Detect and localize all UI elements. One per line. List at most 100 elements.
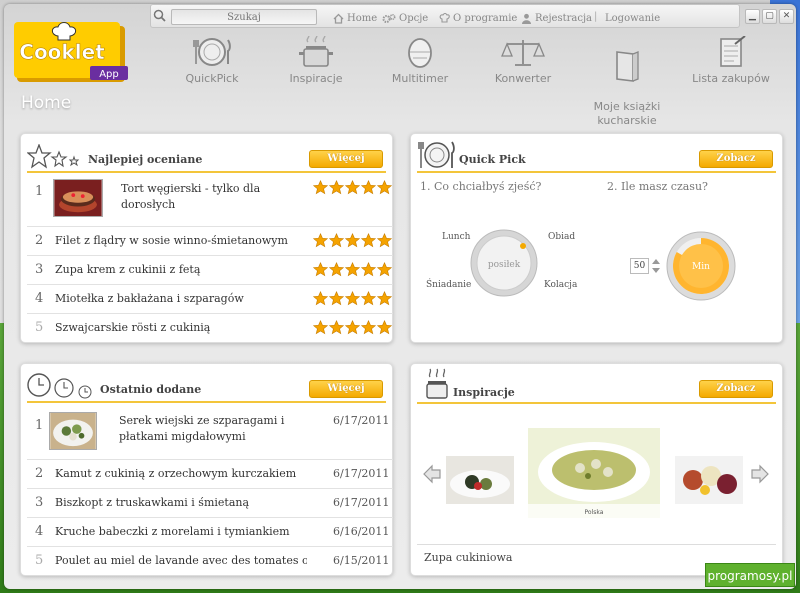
- time-value-input[interactable]: 50: [630, 258, 649, 274]
- scales-icon: [501, 40, 545, 66]
- recent-row-3[interactable]: 3 Biszkopt z truskawkami i śmietaną 6/17…: [27, 489, 393, 518]
- maximize-button[interactable]: ▢: [762, 9, 777, 24]
- star-icon: [329, 180, 344, 195]
- home-link[interactable]: Home: [333, 11, 377, 25]
- row-title: Poulet au miel de lavande avec des tomat…: [55, 554, 307, 567]
- recent-more-button[interactable]: Więcej: [309, 380, 383, 398]
- top-rated-row-1[interactable]: 1 Tort węgierski - tylko dla dorosłych: [27, 174, 393, 227]
- stars-icon: [27, 144, 80, 169]
- meal-option-kolacja[interactable]: Kolacja: [544, 280, 577, 290]
- row-title: Kamut z cukinią z orzechowym kurczakiem: [55, 467, 297, 480]
- star-icon: [313, 262, 328, 277]
- cooklet-app-logo[interactable]: Cooklet App: [14, 20, 132, 85]
- star-icon: [377, 291, 392, 306]
- salad-thumbnail: [49, 412, 97, 450]
- register-link[interactable]: Rejestracja: [521, 11, 592, 25]
- plate-fork-knife-icon: [193, 38, 231, 66]
- star-icon: [361, 291, 376, 306]
- toolbar-separator: |: [594, 11, 598, 22]
- nav-inspiracje[interactable]: Inspiracje: [261, 36, 371, 86]
- meal-option-lunch[interactable]: Lunch: [442, 232, 470, 242]
- top-rated-row-3[interactable]: 3 Zupa krem z cukinii z fetą: [27, 256, 393, 285]
- row-number: 4: [35, 291, 44, 306]
- star-icon: [313, 180, 328, 195]
- star-icon: [345, 320, 360, 335]
- about-link[interactable]: O programie: [439, 11, 517, 25]
- search-input[interactable]: [171, 9, 317, 25]
- meal-dial[interactable]: posiłek: [469, 228, 539, 298]
- row-number: 2: [35, 466, 44, 481]
- rating-stars: [313, 180, 392, 195]
- options-link-label: Opcje: [399, 12, 429, 24]
- inspiration-dish-name[interactable]: Zupa cukiniowa: [424, 551, 512, 564]
- nav-cookbooks[interactable]: Moje książki kucharskie: [572, 36, 682, 128]
- row-number: 4: [35, 524, 44, 539]
- star-icon: [329, 320, 344, 335]
- top-rated-row-5[interactable]: 5 Szwajcarskie rösti z cukinią: [27, 314, 393, 343]
- row-number: 3: [35, 262, 44, 277]
- row-date: 6/17/2011: [333, 414, 390, 427]
- home-link-label: Home: [347, 12, 378, 24]
- row-title: Biszkopt z truskawkami i śmietaną: [55, 496, 250, 509]
- nav-shopping-list[interactable]: Lista zakupów: [676, 36, 786, 86]
- page-title: Home: [21, 93, 72, 113]
- nav-quickpick-label: QuickPick: [185, 72, 239, 85]
- nav-quickpick[interactable]: QuickPick: [157, 36, 267, 86]
- arrow-right-icon[interactable]: [750, 464, 770, 484]
- nav-multitimer-label: Multitimer: [391, 72, 449, 85]
- arrow-left-icon[interactable]: [422, 464, 442, 484]
- top-rated-title: Najlepiej oceniane: [88, 153, 203, 166]
- options-link[interactable]: Opcje: [382, 11, 428, 25]
- logo-badge-text: App: [99, 69, 119, 80]
- nav-inspiracje-label: Inspiracje: [289, 72, 343, 85]
- carousel-thumb-main[interactable]: Polska: [528, 428, 660, 518]
- time-stepper-icon[interactable]: [651, 257, 661, 275]
- rating-stars: [313, 320, 392, 335]
- row-number: 3: [35, 495, 44, 510]
- plate-fork-knife-icon: [418, 141, 455, 168]
- meal-option-sniadanie[interactable]: Śniadanie: [426, 280, 471, 290]
- house-icon: [333, 13, 344, 24]
- carousel-caption: Polska: [585, 509, 604, 516]
- recent-row-4[interactable]: 4 Kruche babeczki z morelami i tymiankie…: [27, 518, 393, 547]
- carousel-thumb-right[interactable]: [675, 456, 743, 504]
- top-rated-row-4[interactable]: 4 Miotełka z bakłażana i szparagów: [27, 285, 393, 314]
- recent-title: Ostatnio dodane: [100, 383, 202, 396]
- star-icon: [313, 320, 328, 335]
- row-title: Szwajcarskie rösti z cukinią: [55, 321, 211, 334]
- question-meal: 1. Co chciałbyś zjeść?: [420, 180, 542, 193]
- star-icon: [313, 291, 328, 306]
- top-rated-more-button[interactable]: Więcej: [309, 150, 383, 168]
- star-icon: [345, 262, 360, 277]
- minimize-button[interactable]: ▁: [745, 9, 760, 24]
- quick-pick-underline: [417, 171, 776, 173]
- nav-konwerter[interactable]: Konwerter: [468, 36, 578, 86]
- nav-multitimer[interactable]: Multitimer: [365, 36, 475, 86]
- window-controls: ▁ ▢ ✕: [745, 9, 794, 24]
- egg-timer-icon: [408, 38, 432, 68]
- carousel-thumb-left[interactable]: [446, 456, 514, 504]
- search-icon[interactable]: [153, 9, 166, 22]
- meal-option-obiad[interactable]: Obiad: [548, 232, 575, 242]
- row-date: 6/16/2011: [333, 525, 390, 538]
- recent-row-1[interactable]: 1 Serek wiejski ze szparagami i płatkami…: [27, 404, 393, 460]
- time-dial[interactable]: Min: [665, 230, 737, 302]
- nav-konwerter-label: Konwerter: [494, 72, 552, 85]
- row-date: 6/17/2011: [333, 496, 390, 509]
- star-icon: [329, 233, 344, 248]
- inspiration-show-button[interactable]: Zobacz: [699, 380, 773, 398]
- login-link[interactable]: Logowanie: [605, 11, 660, 25]
- top-rated-row-2[interactable]: 2 Filet z flądry w sosie winno-śmietanow…: [27, 227, 393, 256]
- row-date: 6/15/2011: [333, 554, 390, 567]
- rating-stars: [313, 233, 392, 248]
- about-link-label: O programie: [453, 12, 518, 24]
- login-link-label: Logowanie: [605, 12, 661, 24]
- close-button[interactable]: ✕: [779, 9, 794, 24]
- recent-row-2[interactable]: 2 Kamut z cukinią z orzechowym kurczakie…: [27, 460, 393, 489]
- quick-pick-show-button[interactable]: Zobacz: [699, 150, 773, 168]
- recent-row-5[interactable]: 5 Poulet au miel de lavande avec des tom…: [27, 547, 393, 576]
- inspiration-title: Inspiracje: [453, 386, 515, 399]
- star-icon: [345, 233, 360, 248]
- row-title: Miotełka z bakłażana i szparagów: [55, 292, 244, 305]
- nav-cookbooks-label: Moje książki kucharskie: [593, 100, 661, 127]
